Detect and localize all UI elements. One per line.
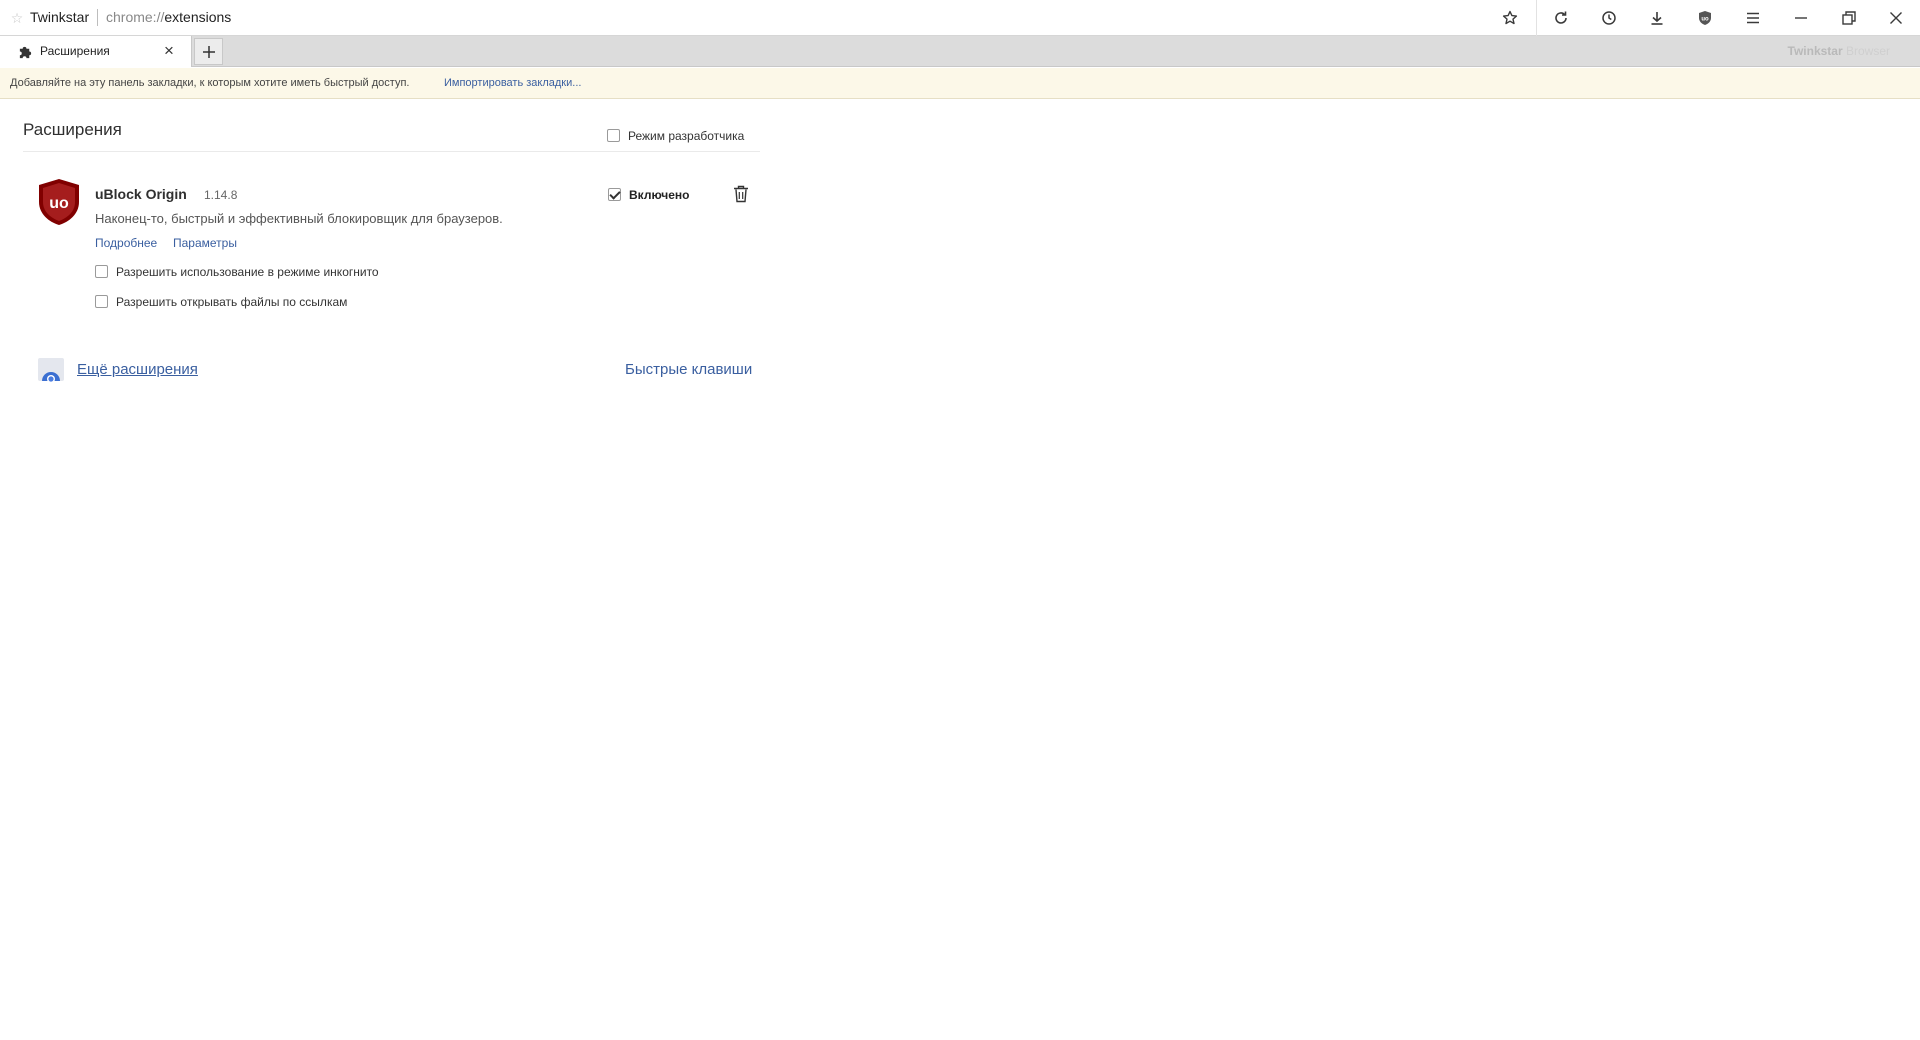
header-divider [23,151,760,152]
ublock-shield-icon: uo [1699,11,1711,25]
address-bar[interactable]: chrome://extensions [106,9,231,25]
developer-mode-checkbox[interactable] [607,129,620,142]
bookmarks-message: Добавляйте на эту панель закладки, к кот… [10,77,410,89]
keyboard-shortcuts-link[interactable]: Быстрые клавиши [625,361,752,378]
title-bar: ☆ Twinkstar chrome://extensions uo [0,0,1920,36]
trash-icon[interactable] [733,185,749,203]
bookmark-star-icon [1502,10,1518,25]
history-clock-icon [1602,11,1616,25]
minimize-button[interactable] [1777,0,1825,36]
extension-version: 1.14.8 [204,188,238,202]
page-title: Расширения [23,120,122,139]
main-menu-button[interactable] [1729,0,1777,36]
extension-details-link[interactable]: Подробнее [95,236,157,250]
refresh-icon [1555,11,1567,24]
close-window-button[interactable] [1872,0,1920,36]
refresh-button[interactable] [1537,0,1585,36]
more-extensions-link[interactable]: Ещё расширения [77,361,198,378]
tab-close-icon[interactable]: × [160,42,178,60]
developer-mode-label[interactable]: Режим разработчика [628,129,744,143]
tab-title: Расширения [40,44,110,58]
restore-icon [1842,11,1856,25]
incognito-label[interactable]: Разрешить использование в режиме инкогни… [116,265,379,279]
browser-label-thin: Browser [1845,44,1890,58]
download-button[interactable] [1633,0,1681,36]
url-path: extensions [164,9,232,25]
download-icon [1651,12,1663,25]
plus-icon [202,45,215,58]
file-urls-checkbox[interactable] [95,295,108,308]
bookmark-star-button[interactable] [1486,0,1534,36]
bookmarks-bar: Добавляйте на эту панель закладки, к кот… [0,68,1920,99]
browser-label-bold: Twinkstar [1787,44,1843,58]
address-separator [97,9,98,26]
close-icon [1890,12,1902,24]
file-urls-label[interactable]: Разрешить открывать файлы по ссылкам [116,295,347,309]
tab-extensions[interactable]: Расширения × [0,36,192,67]
svg-text:uo: uo [1701,17,1709,23]
incognito-checkbox[interactable] [95,265,108,278]
menu-hamburger-icon [1747,12,1759,24]
extension-description: Наконец-то, быстрый и эффективный блокир… [95,211,503,226]
ublock-origin-icon: uo [39,179,79,225]
new-tab-button[interactable] [194,38,223,65]
minimize-icon [1795,17,1807,19]
puzzle-icon [19,46,32,59]
ublock-extension-button[interactable]: uo [1681,0,1729,36]
url-scheme: chrome:// [106,9,165,25]
extension-name: uBlock Origin [95,186,187,202]
web-store-icon [38,358,64,382]
history-button[interactable] [1585,0,1633,36]
enabled-label[interactable]: Включено [629,188,689,202]
browser-brand: Twinkstar [30,9,90,25]
tab-strip: Расширения × Twinkstar Browser [0,36,1920,67]
star-outline-icon: ☆ [10,10,24,26]
import-bookmarks-link[interactable]: Импортировать закладки... [444,77,581,89]
svg-text:uo: uo [49,195,69,212]
extension-options-link[interactable]: Параметры [173,236,237,250]
browser-label: Twinkstar Browser [1788,44,1890,58]
enabled-checkbox[interactable] [608,188,621,201]
restore-button[interactable] [1825,0,1873,36]
